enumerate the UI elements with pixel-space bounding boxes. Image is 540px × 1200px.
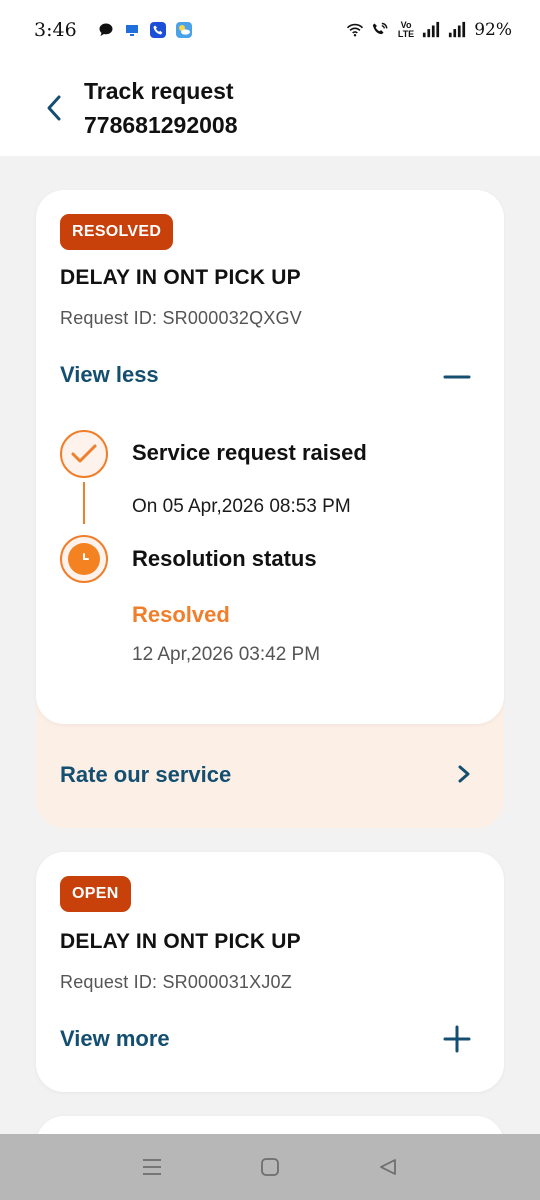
request-title: DELAY IN ONT PICK UP <box>60 266 301 289</box>
monitor-icon <box>123 21 141 39</box>
home-square-icon <box>261 1158 279 1176</box>
back-button[interactable] <box>38 90 70 126</box>
signal-icon-2 <box>448 21 466 39</box>
view-more-button[interactable]: View more <box>60 1026 170 1052</box>
request-card-open: OPEN DELAY IN ONT PICK UP Request ID: SR… <box>36 852 504 1092</box>
timeline-raised-title: Service request raised <box>132 440 367 465</box>
timeline-connector <box>83 482 85 524</box>
timeline-resolution-status: Resolved <box>132 602 230 627</box>
chevron-left-icon <box>47 95 61 121</box>
back-triangle-icon <box>380 1159 396 1175</box>
timeline-step-resolution <box>60 535 108 583</box>
request-id: Request ID: SR000031XJ0Z <box>60 972 292 992</box>
clock-icon <box>68 543 100 575</box>
menu-icon <box>143 1159 161 1175</box>
back-nav-button[interactable] <box>376 1155 400 1179</box>
wifi-icon <box>346 21 364 39</box>
app-header: Track request 778681292008 <box>0 60 540 156</box>
status-badge: RESOLVED <box>60 214 174 250</box>
signal-icon-1 <box>422 21 440 39</box>
wifi-calling-icon <box>372 21 390 39</box>
rate-service-label: Rate our service <box>60 762 232 787</box>
phone-app-icon <box>149 21 167 39</box>
request-title: DELAY IN ONT PICK UP <box>60 930 301 953</box>
request-id: Request ID: SR000032QXGV <box>60 308 302 328</box>
timeline-resolution-title: Resolution status <box>132 546 317 571</box>
status-bar: 3:46 Vo LTE 92% <box>0 0 540 60</box>
status-badge: OPEN <box>60 876 131 912</box>
status-time: 3:46 <box>34 19 77 41</box>
timeline-step-raised <box>60 430 108 478</box>
status-left: 3:46 <box>34 19 193 41</box>
timeline-raised-date: On 05 Apr,2026 08:53 PM <box>132 496 351 517</box>
account-number: 778681292008 <box>84 112 238 138</box>
minus-icon[interactable] <box>442 362 472 392</box>
check-icon <box>71 444 97 463</box>
chat-icon <box>97 21 115 39</box>
request-card-resolved: RESOLVED DELAY IN ONT PICK UP Request ID… <box>36 190 504 724</box>
volte-indicator: Vo LTE <box>398 21 414 39</box>
timeline-resolution-date: 12 Apr,2026 03:42 PM <box>132 644 321 665</box>
chevron-right-icon <box>458 765 470 783</box>
system-nav-bar <box>0 1134 540 1200</box>
battery-level: 92% <box>474 20 512 40</box>
home-nav-button[interactable] <box>258 1155 282 1179</box>
plus-icon[interactable] <box>442 1024 472 1054</box>
view-less-button[interactable]: View less <box>60 362 159 388</box>
volte-bottom: LTE <box>397 29 415 39</box>
status-right: Vo LTE 92% <box>346 20 512 40</box>
menu-nav-button[interactable] <box>140 1155 164 1179</box>
page-title: Track request <box>84 78 234 104</box>
weather-icon <box>175 21 193 39</box>
